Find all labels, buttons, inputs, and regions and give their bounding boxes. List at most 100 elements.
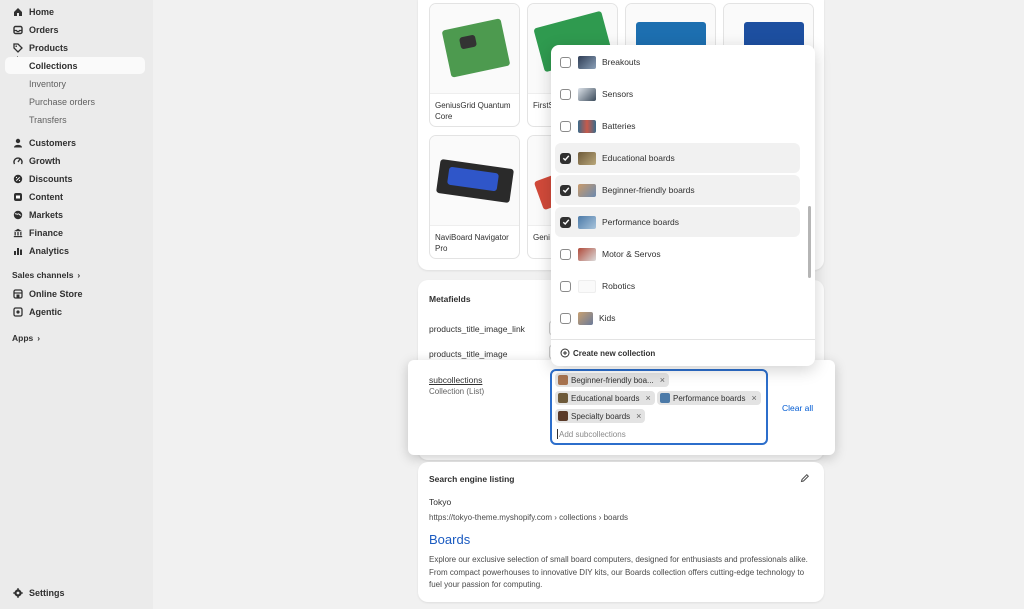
content-icon [12,191,23,202]
remove-tag-icon[interactable]: × [751,393,756,403]
nav-customers[interactable]: Customers [5,134,145,151]
nav-home[interactable]: Home [5,3,145,20]
product-name: GeniusGrid Quantum Core [435,101,511,121]
nav-inventory[interactable]: Inventory [29,79,66,89]
remove-tag-icon[interactable]: × [636,411,641,421]
gear-icon [12,587,23,598]
subcollections-key: subcollections [429,375,483,385]
checkbox[interactable] [560,88,571,100]
checkbox[interactable] [560,248,571,260]
option-robotics[interactable]: Robotics [555,271,800,301]
seo-title: Search engine listing [429,474,515,484]
option-performance-boards[interactable]: Performance boards [555,207,800,237]
nav-orders-label: Orders [29,24,59,35]
nav-markets[interactable]: Markets [5,206,145,223]
option-educational-boards[interactable]: Educational boards [555,143,800,173]
store-icon [12,288,23,299]
nav-orders[interactable]: Orders [5,21,145,38]
collection-thumbnail [578,215,596,229]
collection-thumbnail [660,393,670,403]
clear-all-button[interactable]: Clear all [782,403,813,413]
nav-purchase-orders[interactable]: Purchase orders [29,97,95,107]
nav-settings-label: Settings [29,587,65,598]
nav-agentic[interactable]: Agentic [5,303,145,320]
nav-online-store-label: Online Store [29,288,83,299]
nav-collections-label: Collections [29,60,78,71]
nav-transfers[interactable]: Transfers [29,115,67,125]
checkmark-icon [562,187,569,194]
tag-specialty: Specialty boards × [555,409,646,423]
sidebar: Home Orders Products Collections Invento… [0,0,153,609]
apps-heading[interactable]: Apps › [12,333,40,343]
tag-performance: Performance boards × [657,391,761,405]
home-icon [12,6,23,17]
dropdown-scrollbar[interactable] [808,206,811,278]
checkbox-checked[interactable] [560,216,571,228]
nav-analytics-label: Analytics [29,245,70,256]
nav-content[interactable]: Content [5,188,145,205]
collection-thumbnail [578,119,596,133]
sales-channels-heading[interactable]: Sales channels › [12,270,80,280]
checkmark-icon [562,155,569,162]
plus-circle-icon [560,348,570,358]
metafield-key: products_title_image [429,349,508,359]
option-beginner-friendly-boards[interactable]: Beginner-friendly boards [555,175,800,205]
tag-beginner-friendly: Beginner-friendly boa... × [555,373,669,387]
chevron-right-icon: › [77,270,81,280]
nav-discounts[interactable]: Discounts [5,170,145,187]
remove-tag-icon[interactable]: × [660,375,665,385]
text-cursor [557,429,558,439]
board-image [441,18,511,78]
finance-icon [12,227,23,238]
remove-tag-icon[interactable]: × [646,393,651,403]
create-new-collection-button[interactable]: Create new collection [560,348,655,358]
discount-icon [12,173,23,184]
checkbox-checked[interactable] [560,152,571,164]
tag-icon [12,42,23,53]
product-card[interactable]: GeniusGrid Quantum Core [429,3,520,127]
metafield-key: products_title_image_link [429,324,525,334]
checkbox[interactable] [560,120,571,132]
seo-store-name: Tokyo [429,497,452,507]
option-kids[interactable]: Kids [555,303,800,333]
checkbox[interactable] [560,280,571,292]
checkbox[interactable] [560,312,571,324]
option-sensors[interactable]: Sensors [555,79,800,109]
nav-analytics[interactable]: Analytics [5,242,145,259]
nav-products[interactable]: Products [5,39,145,56]
checkbox-checked[interactable] [560,184,571,196]
collection-thumbnail [558,411,568,421]
nav-content-label: Content [29,191,63,202]
metafields-title: Metafields [429,294,471,304]
product-image [430,136,519,226]
nav-products-label: Products [29,42,69,53]
product-card[interactable]: NaviBoard Navigator Pro [429,135,520,259]
nav-customers-label: Customers [29,137,77,148]
collection-thumbnail [578,279,596,293]
option-batteries[interactable]: Batteries [555,111,800,141]
seo-page-title: Boards [429,532,471,547]
option-motor-servos[interactable]: Motor & Servos [555,239,800,269]
collection-thumbnail [578,151,596,165]
nav-finance[interactable]: Finance [5,224,145,241]
nav-finance-label: Finance [29,227,64,238]
subcollections-placeholder[interactable]: Add subcollections [559,430,626,439]
checkmark-icon [562,219,569,226]
growth-icon [12,155,23,166]
globe-icon [12,209,23,220]
collection-thumbnail [558,393,568,403]
nav-home-label: Home [29,6,55,17]
nav-settings[interactable]: Settings [5,584,145,601]
nav-collections[interactable]: Collections [5,57,145,74]
checkbox[interactable] [560,56,571,68]
nav-markets-label: Markets [29,209,64,220]
option-breakouts[interactable]: Breakouts [555,47,800,77]
edit-pencil-icon[interactable] [800,473,811,484]
nav-growth[interactable]: Growth [5,152,145,169]
collections-dropdown: Breakouts Sensors Batteries Educational … [551,45,815,366]
person-icon [12,137,23,148]
nav-online-store[interactable]: Online Store [5,285,145,302]
collection-thumbnail [578,87,596,101]
agentic-icon [12,306,23,317]
nav-growth-label: Growth [29,155,61,166]
